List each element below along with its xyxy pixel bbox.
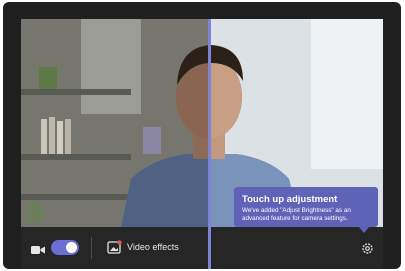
video-toolbar: Video effects: [21, 227, 383, 269]
video-effects-label[interactable]: Video effects: [127, 242, 179, 252]
tooltip-title: Touch up adjustment: [242, 194, 338, 205]
touch-up-tooltip: Touch up adjustment We've added "Adjust …: [234, 187, 378, 227]
toggle-knob: [66, 242, 77, 253]
video-preview-window: Video effects: [3, 2, 401, 269]
gear-icon[interactable]: [361, 242, 374, 260]
tooltip-body: We've added "Adjust Brightness" as an ad…: [242, 207, 351, 222]
camera-toggle[interactable]: [51, 240, 79, 255]
tooltip-pointer: [359, 227, 369, 233]
toolbar-separator: [91, 237, 92, 259]
video-camera-icon: [31, 242, 45, 260]
video-effects-icon[interactable]: [107, 240, 122, 260]
before-after-divider[interactable]: [208, 19, 211, 269]
